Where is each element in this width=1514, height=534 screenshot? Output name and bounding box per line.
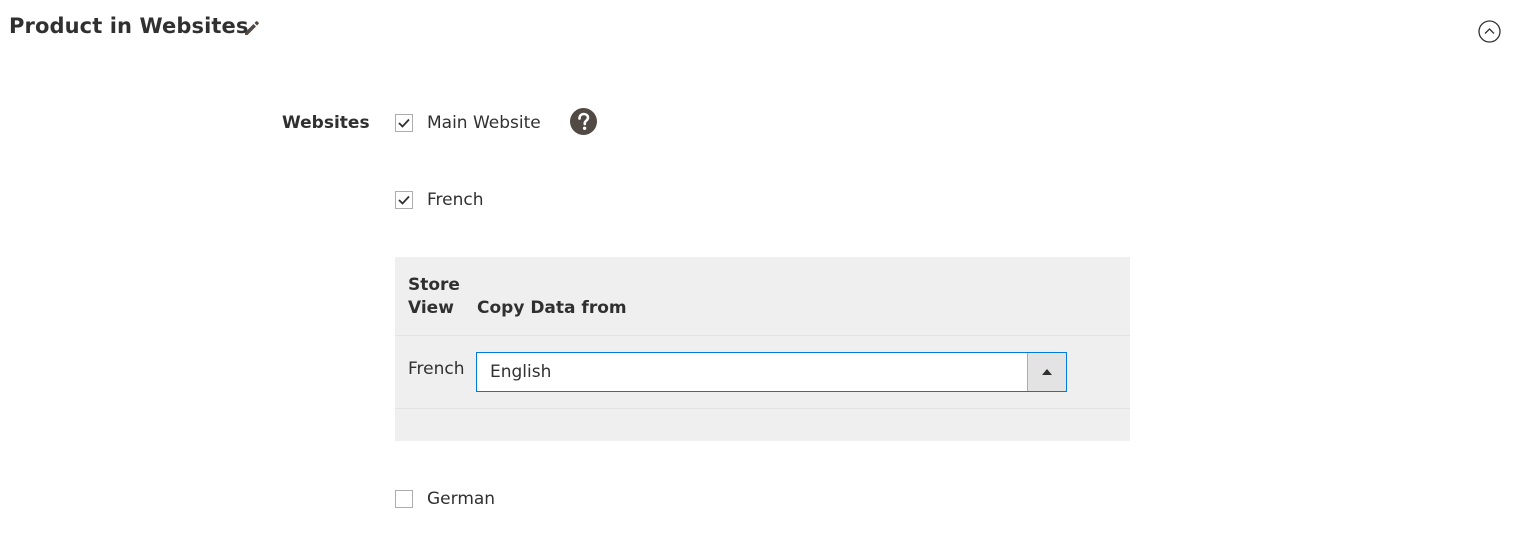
chevron-up-circle-icon[interactable] <box>1478 20 1501 43</box>
german-label[interactable]: German <box>427 489 495 509</box>
website-option-main-website[interactable]: Main Website <box>395 112 541 134</box>
table-header: Store View Copy Data from <box>395 257 1130 336</box>
french-checkbox[interactable] <box>395 191 413 209</box>
copy-data-from-select[interactable]: English <box>476 352 1067 392</box>
header-store-view: Store View <box>408 275 460 318</box>
german-checkbox[interactable] <box>395 490 413 508</box>
websites-label: Websites <box>282 113 370 133</box>
website-option-french[interactable]: French <box>395 189 484 211</box>
table-row: French English <box>395 336 1130 409</box>
store-view-table: Store View Copy Data from French English <box>395 257 1130 441</box>
store-view-name: French <box>408 359 465 379</box>
product-in-websites-section: Product in Websites Websites Main Websit… <box>0 0 1514 534</box>
select-value: English <box>490 362 552 382</box>
main-website-label[interactable]: Main Website <box>427 113 541 133</box>
pencil-icon[interactable] <box>242 18 262 38</box>
main-website-checkbox[interactable] <box>395 114 413 132</box>
website-option-german[interactable]: German <box>395 488 495 510</box>
french-label[interactable]: French <box>427 190 484 210</box>
section-title: Product in Websites <box>9 14 249 38</box>
checkmark-icon <box>398 118 410 128</box>
checkmark-icon <box>398 195 410 205</box>
caret-up-icon[interactable] <box>1027 353 1066 391</box>
question-circle-icon[interactable] <box>570 108 597 135</box>
header-copy-data-from: Copy Data from <box>477 298 627 318</box>
